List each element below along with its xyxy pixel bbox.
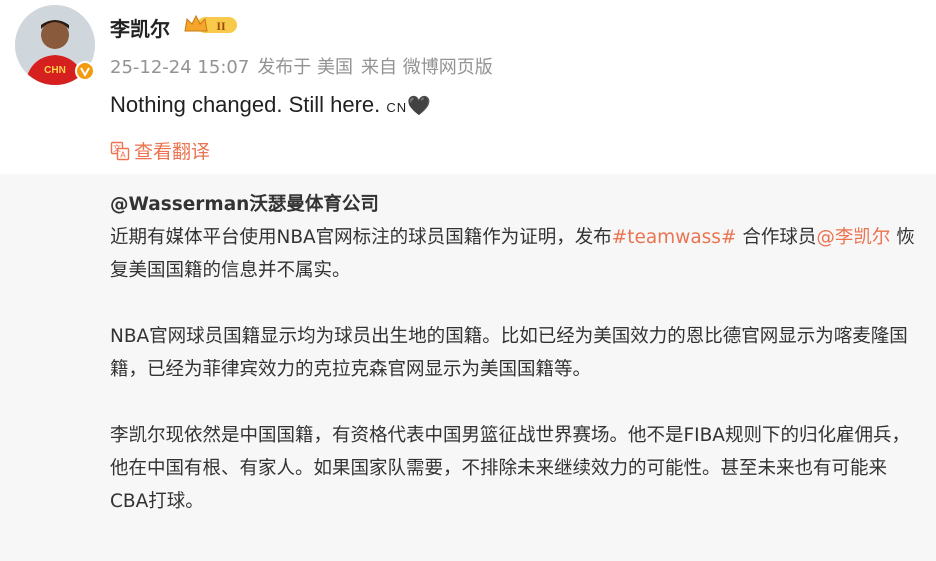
repost-container[interactable]: @Wasserman沃瑟曼体育公司 近期有媒体平台使用NBA官网标注的球员国籍作… [0,174,936,561]
avatar-jersey-text: CHN [44,65,66,76]
translate-label: 查看翻译 [134,141,211,163]
repost-paragraph-3: 李凯尔现依然是中国国籍，有资格代表中国男篮征战世界赛场。他不是FIBA规则下的归… [110,425,910,512]
heart-emoji: 🖤 [407,96,431,117]
repost-p1-text-b: 合作球员 [736,227,817,248]
svg-text:A: A [120,150,126,159]
translate-button[interactable]: 文 A 查看翻译 [110,137,210,164]
repost-p1-text-a: 近期有媒体平台使用NBA官网标注的球员国籍作为证明，发布 [110,227,612,248]
translate-icon: 文 A [110,141,130,160]
vip-badge[interactable]: II [183,13,239,37]
mention-link[interactable]: @李凯尔 [816,227,890,248]
repost-paragraph-2: NBA官网球员国籍显示均为球员出生地的国籍。比如已经为美国效力的恩比德官网显示为… [110,326,908,380]
post-text-body: Nothing changed. Still here. [110,92,381,117]
post-time[interactable]: 25-12-24 15:07 [110,57,249,78]
repost-text: @Wasserman沃瑟曼体育公司 近期有媒体平台使用NBA官网标注的球员国籍作… [110,188,920,518]
repost-paragraph-1: 近期有媒体平台使用NBA官网标注的球员国籍作为证明，发布#teamwass# 合… [110,221,920,287]
hashtag-link[interactable]: #teamwass# [612,227,737,248]
verified-badge-icon [75,61,95,81]
post-text: Nothing changed. Still here. CN🖤 [110,92,431,118]
vip-level: II [216,19,226,33]
post-source: 来自 微博网页版 [361,57,493,78]
repost-author-link[interactable]: @Wasserman沃瑟曼体育公司 [110,194,379,215]
username[interactable]: 李凯尔 [110,13,170,42]
post-meta: 25-12-24 15:07 发布于 美国 来自 微博网页版 [110,53,501,79]
post-location: 发布于 美国 [257,57,354,78]
crown-icon: II [184,14,237,33]
post-text-suffix: CN [386,100,408,115]
